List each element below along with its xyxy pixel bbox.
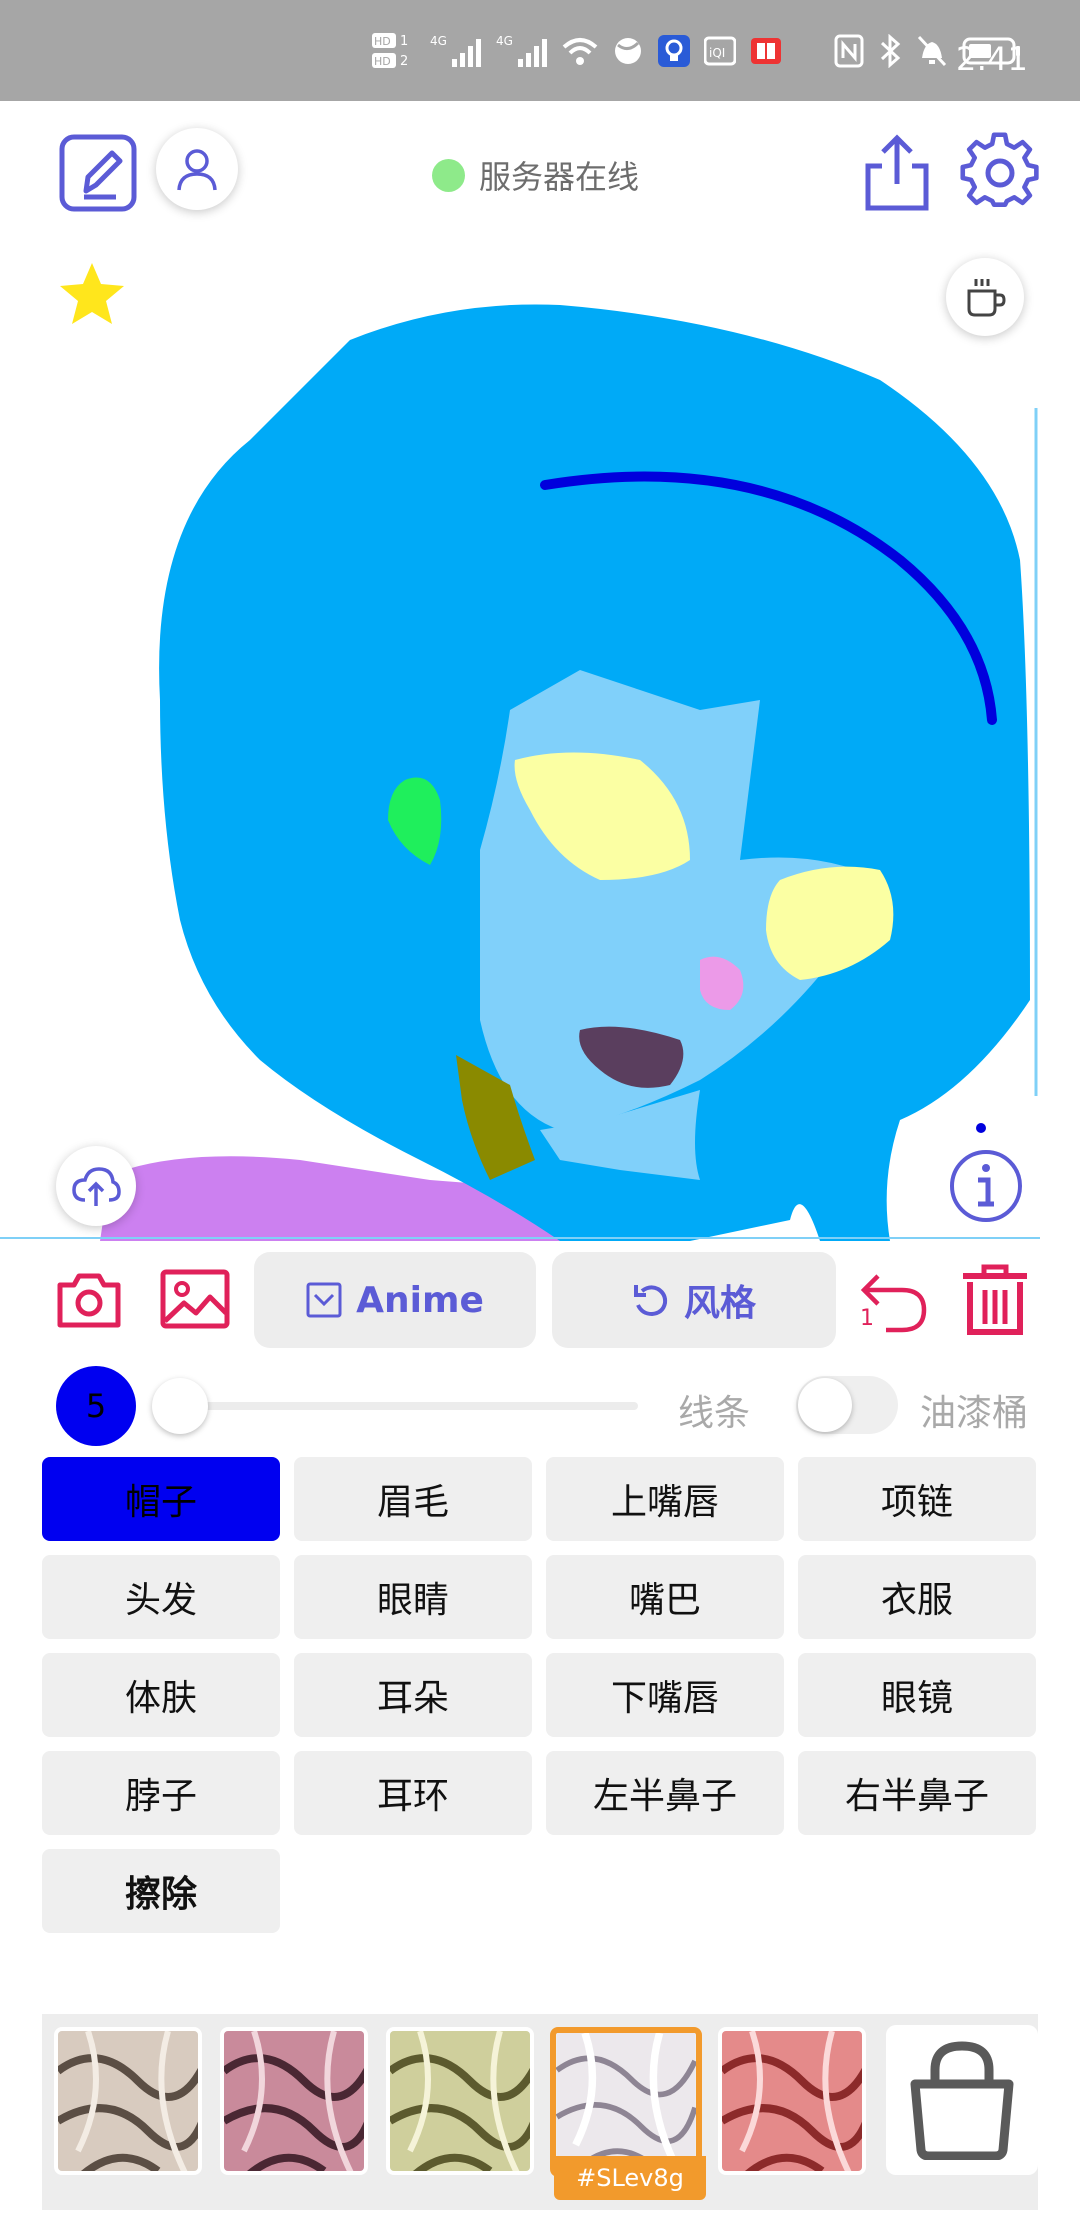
refresh-icon bbox=[633, 1285, 668, 1317]
upload-button[interactable] bbox=[56, 1146, 136, 1226]
part-button-neck[interactable]: 脖子 bbox=[42, 1751, 280, 1835]
part-button-eyebrow[interactable]: 眉毛 bbox=[294, 1457, 532, 1541]
mute-icon bbox=[917, 35, 947, 67]
globe-icon bbox=[615, 38, 641, 64]
svg-text:1: 1 bbox=[400, 34, 408, 49]
iqiyi-icon: iQI bbox=[704, 36, 736, 66]
status-bar: HD HD 1 2 4G 4G iQI 2:41 bbox=[0, 0, 1080, 101]
info-button[interactable] bbox=[948, 1148, 1024, 1224]
part-button-lower-lip[interactable]: 下嘴唇 bbox=[546, 1653, 784, 1737]
wifi-icon bbox=[562, 38, 598, 65]
part-button-hat[interactable]: 帽子 bbox=[42, 1457, 280, 1541]
part-button-eyes[interactable]: 眼睛 bbox=[294, 1555, 532, 1639]
image-button[interactable] bbox=[160, 1268, 230, 1330]
brush-size-track[interactable] bbox=[178, 1402, 638, 1410]
style-thumbnail-active[interactable] bbox=[550, 2027, 702, 2177]
user-icon bbox=[177, 149, 217, 191]
style-preview-image bbox=[58, 2031, 198, 2171]
svg-text:2: 2 bbox=[400, 54, 408, 69]
book-icon bbox=[751, 38, 781, 64]
toggle-knob[interactable] bbox=[798, 1378, 852, 1432]
undo-count: 1 bbox=[860, 1306, 874, 1331]
nfc-icon bbox=[834, 34, 864, 68]
bucket-toggle[interactable] bbox=[796, 1376, 898, 1434]
part-button-hair[interactable]: 头发 bbox=[42, 1555, 280, 1639]
status-dot bbox=[432, 158, 465, 192]
part-button-glasses[interactable]: 眼镜 bbox=[798, 1653, 1036, 1737]
style-preview-image bbox=[224, 2031, 364, 2171]
checkbox-icon bbox=[306, 1282, 342, 1318]
svg-text:4G: 4G bbox=[496, 34, 513, 48]
clear-button[interactable] bbox=[960, 1262, 1030, 1338]
brush-controls: 5 线条 油漆桶 bbox=[0, 1364, 1080, 1450]
style-label: 风格 bbox=[683, 1283, 756, 1324]
share-button[interactable] bbox=[862, 132, 932, 212]
style-preview-image bbox=[390, 2031, 530, 2171]
server-status-text: 服务器在线 bbox=[479, 158, 640, 196]
signal-icon: 4G bbox=[430, 34, 481, 67]
star-icon bbox=[60, 263, 124, 324]
part-button-mouth[interactable]: 嘴巴 bbox=[546, 1555, 784, 1639]
svg-text:HD: HD bbox=[374, 35, 391, 48]
style-button[interactable]: 风格 bbox=[552, 1252, 836, 1348]
part-button-necklace[interactable]: 项链 bbox=[798, 1457, 1036, 1541]
part-button-erase[interactable]: 擦除 bbox=[42, 1849, 280, 1933]
brush-size-badge: 5 bbox=[56, 1366, 136, 1446]
style-preview-image bbox=[556, 2033, 696, 2171]
image-icon bbox=[160, 1269, 230, 1329]
part-button-skin[interactable]: 体肤 bbox=[42, 1653, 280, 1737]
sim-icon: HD HD 1 2 bbox=[372, 33, 408, 69]
anime-model-button[interactable]: Anime bbox=[254, 1252, 536, 1348]
drawing-artwork bbox=[0, 304, 1040, 1241]
active-style-tag: #SLev8g bbox=[554, 2156, 706, 2200]
bluetooth-icon bbox=[880, 34, 901, 68]
user-button[interactable] bbox=[156, 128, 238, 210]
style-thumbnail[interactable] bbox=[718, 2027, 866, 2175]
bag-icon bbox=[910, 2041, 1014, 2160]
style-thumbnail[interactable] bbox=[54, 2027, 202, 2175]
settings-button[interactable] bbox=[960, 132, 1040, 212]
cloud-upload-icon bbox=[72, 1167, 121, 1206]
svg-text:4G: 4G bbox=[430, 34, 447, 48]
anime-label: Anime bbox=[356, 1279, 484, 1321]
part-button-earrings[interactable]: 耳环 bbox=[294, 1751, 532, 1835]
shop-button[interactable] bbox=[886, 2025, 1038, 2175]
svg-text:HD: HD bbox=[374, 55, 391, 68]
edit-icon bbox=[59, 134, 137, 212]
drawing-canvas[interactable] bbox=[0, 241, 1040, 1241]
bulb-icon bbox=[658, 35, 690, 67]
part-button-right-nose[interactable]: 右半鼻子 bbox=[798, 1751, 1036, 1835]
signal-icon: 4G bbox=[496, 34, 547, 67]
svg-text:iQI: iQI bbox=[709, 46, 725, 60]
donate-button[interactable] bbox=[946, 258, 1024, 336]
style-thumbnail[interactable] bbox=[386, 2027, 534, 2175]
trash-icon bbox=[963, 1264, 1027, 1335]
edit-button[interactable] bbox=[58, 133, 138, 213]
status-icons: HD HD 1 2 4G 4G iQI bbox=[372, 30, 1022, 72]
server-status: 服务器在线 bbox=[432, 152, 639, 198]
line-mode-label: 线条 bbox=[678, 1393, 751, 1434]
camera-icon bbox=[57, 1273, 121, 1328]
part-button-clothes[interactable]: 衣服 bbox=[798, 1555, 1036, 1639]
part-button-upper-lip[interactable]: 上嘴唇 bbox=[546, 1457, 784, 1541]
coffee-icon bbox=[967, 279, 1006, 317]
clock: 2:41 bbox=[956, 40, 1028, 78]
part-button-ears[interactable]: 耳朵 bbox=[294, 1653, 532, 1737]
style-preview-image bbox=[722, 2031, 862, 2171]
undo-button[interactable]: 1 bbox=[856, 1262, 932, 1338]
share-icon bbox=[865, 134, 929, 211]
brush-size-thumb[interactable] bbox=[152, 1378, 208, 1434]
gear-icon bbox=[960, 132, 1039, 207]
style-thumbnail[interactable] bbox=[220, 2027, 368, 2175]
camera-button[interactable] bbox=[56, 1268, 122, 1330]
favorite-button[interactable] bbox=[58, 260, 126, 328]
info-icon bbox=[950, 1150, 1022, 1222]
part-button-left-nose[interactable]: 左半鼻子 bbox=[546, 1751, 784, 1835]
bucket-label: 油漆桶 bbox=[920, 1393, 1029, 1434]
